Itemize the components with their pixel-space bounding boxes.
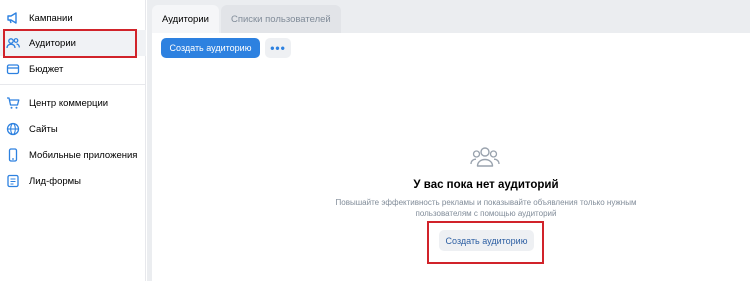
wallet-icon (6, 62, 20, 76)
create-audience-button[interactable]: Создать аудиторию (161, 38, 260, 58)
users-icon (470, 145, 500, 169)
sidebar-item-label: Аудитории (29, 37, 76, 49)
phone-icon (6, 148, 20, 162)
empty-state-create-button[interactable]: Создать аудиторию (439, 230, 534, 251)
sidebar-item-audiences[interactable]: Аудитории (0, 30, 146, 56)
globe-icon (6, 122, 20, 136)
users-icon (6, 36, 20, 50)
sidebar-item-label: Лид-формы (29, 175, 81, 187)
audiences-panel: Создать аудиторию ••• У вас пока нет ауд… (152, 33, 750, 281)
empty-state-description: Повышайте эффективность рекламы и показы… (335, 198, 637, 218)
main-content: Аудитории Списки пользователей Создать а… (147, 0, 750, 281)
sidebar: Кампании Аудитории Бюджет Центр коммерци… (0, 0, 146, 281)
sidebar-item-mobile-apps[interactable]: Мобильные приложения (0, 142, 146, 168)
sidebar-item-campaigns[interactable]: Кампании (0, 5, 146, 31)
sidebar-item-label: Центр коммерции (29, 97, 109, 109)
form-icon (6, 174, 20, 188)
tab-bar: Аудитории Списки пользователей (147, 5, 341, 33)
more-options-button[interactable]: ••• (265, 38, 291, 58)
tab-audiences[interactable]: Аудитории (152, 5, 219, 33)
empty-state-title: У вас пока нет аудиторий (413, 179, 559, 191)
sidebar-item-budget[interactable]: Бюджет (0, 56, 146, 82)
cart-icon (6, 96, 20, 110)
sidebar-item-label: Бюджет (29, 63, 64, 75)
megaphone-icon (6, 11, 20, 25)
sidebar-item-label: Сайты (29, 123, 58, 135)
tab-user-lists[interactable]: Списки пользователей (220, 5, 341, 33)
sidebar-item-lead-forms[interactable]: Лид-формы (0, 168, 146, 194)
sidebar-item-sites[interactable]: Сайты (0, 116, 146, 142)
sidebar-divider (0, 84, 146, 85)
sidebar-item-label: Кампании (29, 12, 73, 24)
sidebar-item-label: Мобильные приложения (29, 149, 138, 161)
sidebar-item-commerce[interactable]: Центр коммерции (0, 90, 146, 116)
